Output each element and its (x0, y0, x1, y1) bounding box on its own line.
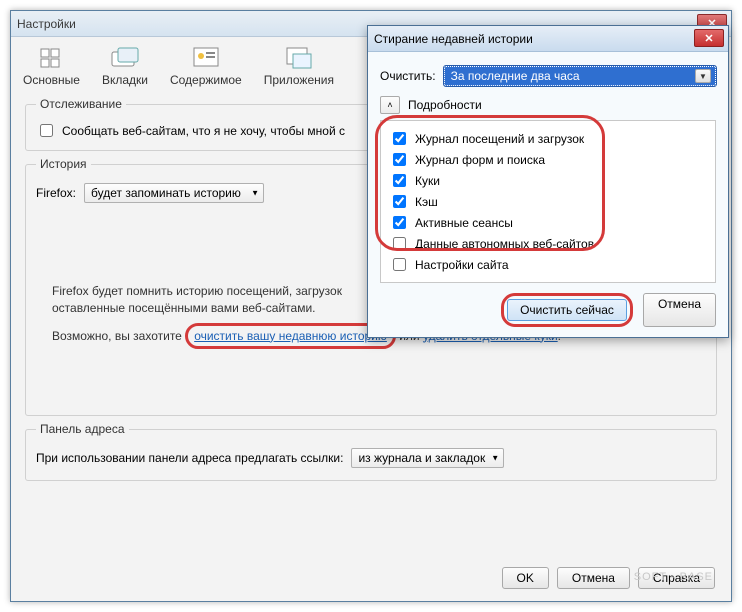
addressbar-value: из журнала и закладок (358, 451, 485, 465)
tab-label: Основные (23, 73, 80, 87)
settings-window: Настройки ✕ Основные Вкладки Содержимо (10, 10, 732, 602)
tab-content[interactable]: Содержимое (170, 45, 242, 87)
history-desc-1: Firefox будет помнить историю посещений,… (52, 284, 342, 298)
chevron-down-icon: ▼ (251, 189, 259, 198)
tab-label: Вкладки (102, 73, 148, 87)
addressbar-select[interactable]: из журнала и закладок ▼ (351, 448, 504, 468)
clear-now-button[interactable]: Очистить сейчас (507, 299, 627, 321)
dialog-title: Стирание недавней истории (374, 32, 533, 46)
tracking-legend: Отслеживание (36, 97, 126, 111)
details-toggle[interactable]: ˄ (380, 96, 400, 114)
tab-applications[interactable]: Приложения (264, 45, 334, 87)
window-title: Настройки (17, 17, 76, 31)
clear-history-link[interactable]: очистить вашу недавнюю историю (194, 329, 387, 343)
history-maybe: Возможно, вы захотите (52, 329, 185, 343)
watermark: SOFT - BASE (634, 571, 713, 583)
dialog-cancel-button[interactable]: Отмена (643, 293, 716, 327)
ok-button[interactable]: OK (502, 567, 549, 589)
dnt-checkbox[interactable] (40, 124, 53, 137)
time-range-value: За последние два часа (451, 69, 580, 83)
clear-history-dialog: Стирание недавней истории ✕ Очистить: За… (367, 25, 729, 338)
dialog-close-button[interactable]: ✕ (694, 29, 724, 47)
annotation-highlight: очистить вашу недавнюю историю (185, 323, 396, 350)
apps-icon (283, 45, 315, 71)
dialog-body: Очистить: За последние два часа ▼ ˄ Подр… (368, 52, 728, 337)
history-legend: История (36, 157, 91, 171)
general-icon (35, 45, 67, 71)
firefox-label: Firefox: (36, 186, 76, 200)
history-desc-2: оставленные посещёнными вами веб-сайтами… (52, 301, 315, 315)
tabs-icon (109, 45, 141, 71)
addressbar-label: При использовании панели адреса предлага… (36, 451, 343, 465)
annotation-highlight: Очистить сейчас (501, 293, 633, 327)
clear-label: Очистить: (380, 69, 436, 83)
tab-tabs[interactable]: Вкладки (102, 45, 148, 87)
details-label: Подробности (408, 98, 482, 112)
dnt-label: Сообщать веб-сайтам, что я не хочу, чтоб… (62, 124, 345, 138)
cancel-button[interactable]: Отмена (557, 567, 630, 589)
chevron-down-icon: ▼ (695, 69, 711, 83)
list-item[interactable]: Настройки сайта (389, 255, 707, 274)
dialog-titlebar[interactable]: Стирание недавней истории ✕ (368, 26, 728, 52)
history-mode-value: будет запоминать историю (91, 186, 241, 200)
chevron-down-icon: ▼ (491, 454, 499, 463)
annotation-highlight (375, 115, 605, 251)
addressbar-group: Панель адреса При использовании панели а… (25, 422, 717, 481)
tab-label: Содержимое (170, 73, 242, 87)
tab-general[interactable]: Основные (23, 45, 80, 87)
item-label: Настройки сайта (415, 258, 509, 272)
item-checkbox[interactable] (393, 258, 406, 271)
details-list: Журнал посещений и загрузок Журнал форм … (380, 120, 716, 283)
tab-label: Приложения (264, 73, 334, 87)
time-range-select[interactable]: За последние два часа ▼ (444, 66, 716, 86)
history-mode-select[interactable]: будет запоминать историю ▼ (84, 183, 264, 203)
content-icon (190, 45, 222, 71)
addressbar-legend: Панель адреса (36, 422, 129, 436)
